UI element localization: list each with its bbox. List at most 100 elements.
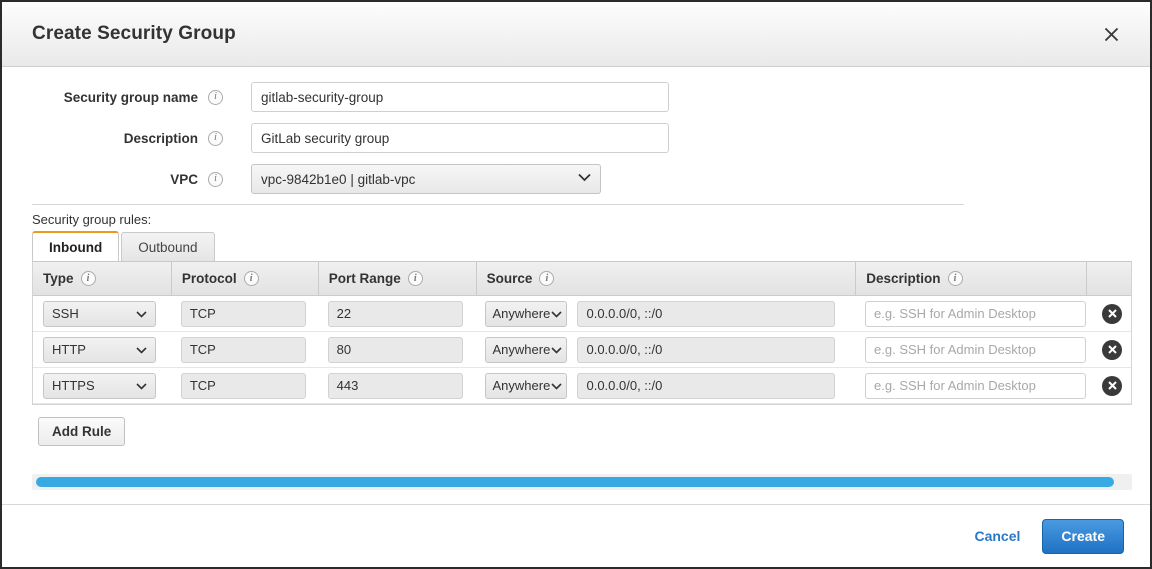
rule-protocol-value: TCP	[180, 336, 306, 363]
rule-port-range-value: 22	[327, 300, 463, 327]
field-description-wrap	[251, 123, 669, 153]
table-row: SSH TCP 22 Anywhere 0.0.0.0/0,::/0 e.g.…	[33, 296, 1131, 332]
column-header-source-label: Source	[486, 271, 533, 286]
chevron-down-icon	[551, 378, 563, 393]
cell-source: Anywhere 0.0.0.0/0, ::/0	[475, 368, 855, 403]
create-security-group-dialog: Create Security Group Security group nam…	[0, 0, 1152, 569]
rule-protocol-value: TCP	[180, 372, 306, 399]
horizontal-scrollbar-thumb[interactable]	[36, 477, 1114, 487]
cell-delete	[1086, 296, 1131, 331]
rule-description-input[interactable]	[865, 336, 1087, 363]
rule-source-scope-select[interactable]: Anywhere	[485, 372, 568, 399]
cell-delete	[1086, 332, 1131, 367]
cell-port-range: 80	[318, 332, 476, 367]
form-row-vpc: VPC i vpc-9842b1e0 | gitlab-vpc	[2, 163, 1150, 195]
tab-outbound-label: Outbound	[138, 239, 198, 255]
cell-source: Anywhere 0.0.0.0/0, ::/0	[475, 332, 855, 367]
rule-protocol-value: TCP	[180, 300, 306, 327]
info-icon[interactable]: i	[208, 171, 223, 187]
info-icon[interactable]: i	[407, 271, 423, 286]
rule-source-scope-value: Anywhere	[492, 342, 551, 357]
rule-type-select[interactable]: SSH	[43, 300, 156, 327]
rule-source-scope-select[interactable]: Anywhere	[485, 300, 568, 327]
chevron-down-icon	[551, 306, 563, 321]
vpc-select[interactable]: vpc-9842b1e0 | gitlab-vpc	[251, 164, 601, 194]
rule-type-select[interactable]: HTTP	[43, 336, 156, 363]
cell-type: HTTPS	[33, 368, 171, 403]
form-area: Security group name i Description i VPC …	[2, 67, 1150, 195]
tab-inbound-label: Inbound	[49, 239, 103, 255]
dialog-titlebar: Create Security Group	[2, 2, 1150, 67]
rules-table-header: Type i Protocol i Port Range i Source i …	[33, 262, 1131, 296]
security-group-rules-label: Security group rules:	[32, 212, 152, 227]
rule-type-value: HTTPS	[52, 378, 95, 393]
column-header-description: Description i	[855, 262, 1086, 295]
rule-port-range-value: 443	[327, 372, 463, 399]
cell-description	[855, 368, 1087, 403]
chevron-down-icon	[578, 173, 591, 185]
cell-type: HTTP	[33, 332, 171, 367]
rule-source-cidr-value: 0.0.0.0/0, ::/0	[577, 372, 836, 399]
chevron-down-icon	[551, 342, 563, 357]
label-security-group-name: Security group name	[63, 89, 198, 105]
rule-source-cidr-value: 0.0.0.0/0, ::/0	[577, 336, 836, 363]
info-icon[interactable]: i	[539, 271, 555, 286]
table-row: HTTP TCP 80 Anywhere 0.0.0.0/0,::/0 e.g…	[33, 332, 1131, 368]
cell-delete	[1086, 368, 1131, 403]
tab-inbound[interactable]: Inbound	[32, 231, 120, 261]
rule-type-select[interactable]: HTTPS	[43, 372, 156, 399]
tab-outbound[interactable]: Outbound	[121, 232, 215, 261]
cell-protocol: TCP	[171, 368, 318, 403]
rule-source-scope-select[interactable]: Anywhere	[485, 336, 568, 363]
chevron-down-icon	[136, 342, 147, 357]
info-icon[interactable]: i	[243, 271, 259, 286]
cell-type: SSH	[33, 296, 171, 331]
section-divider	[32, 204, 964, 205]
column-header-description-label: Description	[866, 271, 941, 286]
rule-type-value: SSH	[52, 306, 79, 321]
column-header-type: Type i	[33, 262, 171, 295]
security-group-name-input[interactable]	[251, 82, 669, 112]
delete-circle-icon[interactable]	[1102, 375, 1123, 396]
rule-description-input[interactable]	[865, 300, 1087, 327]
info-icon[interactable]: i	[208, 130, 223, 146]
vpc-select-value: vpc-9842b1e0 | gitlab-vpc	[261, 171, 416, 187]
rule-type-value: HTTP	[52, 342, 86, 357]
cell-source: Anywhere 0.0.0.0/0, ::/0	[475, 296, 855, 331]
dialog-body: Security group name i Description i VPC …	[2, 67, 1150, 504]
column-header-type-label: Type	[43, 271, 74, 286]
chevron-down-icon	[136, 378, 147, 393]
info-icon[interactable]: i	[80, 271, 96, 286]
rules-tabs: Inbound Outbound	[32, 231, 1150, 261]
cell-protocol: TCP	[171, 296, 318, 331]
chevron-down-icon	[136, 306, 147, 321]
column-header-port-range-label: Port Range	[328, 271, 401, 286]
label-description: Description	[123, 130, 198, 146]
description-input[interactable]	[251, 123, 669, 153]
cancel-button[interactable]: Cancel	[968, 527, 1026, 545]
field-security-group-name-wrap	[251, 82, 669, 112]
cell-port-range: 443	[318, 368, 476, 403]
cell-protocol: TCP	[171, 332, 318, 367]
delete-circle-icon[interactable]	[1102, 339, 1123, 360]
rules-table: Type i Protocol i Port Range i Source i …	[32, 261, 1132, 405]
info-icon[interactable]: i	[208, 89, 223, 105]
horizontal-scrollbar[interactable]	[32, 474, 1132, 490]
form-row-description: Description i	[2, 122, 1150, 154]
cell-description	[855, 332, 1087, 367]
rule-description-input[interactable]	[865, 372, 1087, 399]
info-icon[interactable]: i	[947, 271, 963, 286]
column-header-source: Source i	[475, 262, 856, 295]
delete-circle-icon[interactable]	[1102, 303, 1123, 324]
cell-description	[855, 296, 1087, 331]
add-rule-button[interactable]: Add Rule	[38, 417, 126, 446]
close-icon[interactable]	[1094, 17, 1128, 51]
cell-port-range: 22	[318, 296, 476, 331]
column-header-actions	[1086, 262, 1131, 295]
rule-source-scope-value: Anywhere	[492, 378, 551, 393]
form-row-security-group-name: Security group name i	[2, 81, 1150, 113]
create-button[interactable]: Create	[1042, 518, 1124, 554]
rule-source-scope-value: Anywhere	[492, 306, 551, 321]
column-header-port-range: Port Range i	[317, 262, 476, 295]
dialog-footer: Cancel Create	[2, 504, 1150, 567]
